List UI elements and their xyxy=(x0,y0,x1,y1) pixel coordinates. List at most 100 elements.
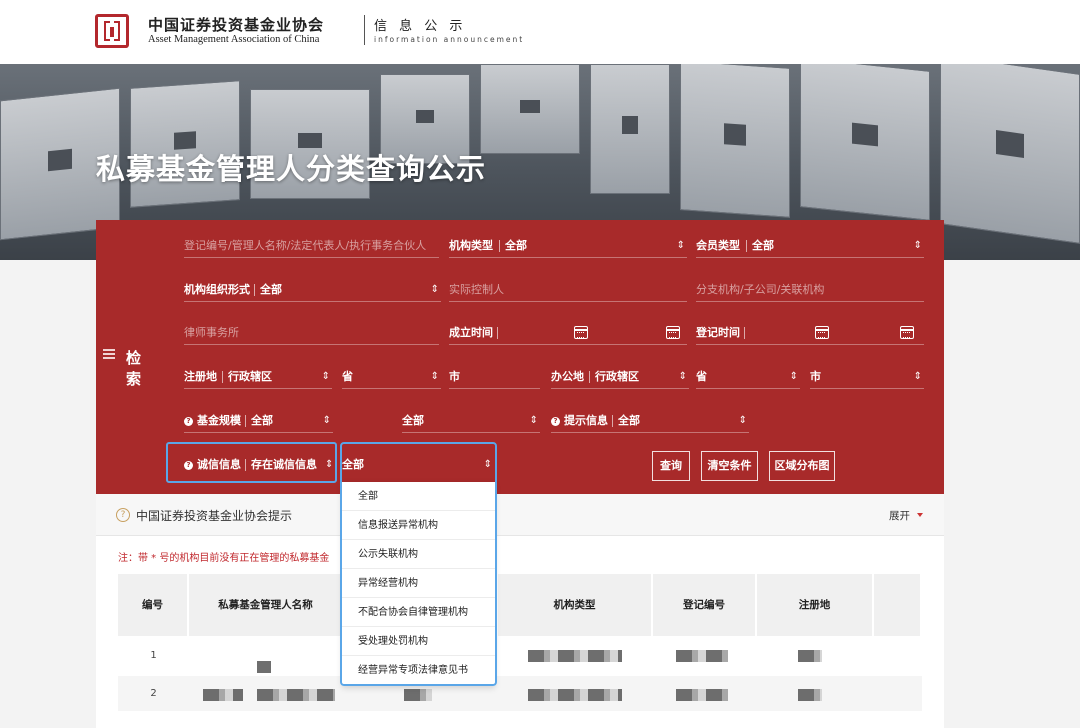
row-number: 2 xyxy=(150,688,157,699)
keyword-input[interactable]: 登记编号/管理人名称/法定代表人/执行事务合伙人 xyxy=(184,234,439,258)
office-province-value: 省 xyxy=(696,370,707,383)
cabinet-image xyxy=(680,64,790,218)
law-firm-placeholder: 律师事务所 xyxy=(184,326,239,339)
registered-label: 登记时间 xyxy=(696,326,740,339)
select-arrows-icon: ⇕ xyxy=(678,371,687,382)
controller-input[interactable]: 实际控制人 xyxy=(449,278,687,302)
cabinet-image xyxy=(590,64,670,194)
cabinet-image xyxy=(940,64,1080,244)
fund-scale-value: 全部 xyxy=(251,414,273,427)
keyword-placeholder: 登记编号/管理人名称/法定代表人/执行事务合伙人 xyxy=(184,239,427,252)
fund-scale-select[interactable]: ? 基金规模 全部 ⇕ xyxy=(184,409,333,433)
hint-info-label: ? 提示信息 xyxy=(551,409,608,433)
org-form-label: 机构组织形式 xyxy=(184,283,250,296)
reg-place-select[interactable]: 注册地 行政辖区 ⇕ xyxy=(184,365,332,389)
office-province-select[interactable]: 省 ⇕ xyxy=(696,365,800,389)
help-icon[interactable]: ? xyxy=(551,417,560,426)
select-arrows-icon: ⇕ xyxy=(738,415,747,426)
calendar-icon[interactable] xyxy=(815,326,829,339)
org-name-en: Asset Management Association of China xyxy=(148,34,320,45)
redacted-text xyxy=(404,689,432,701)
calendar-icon[interactable] xyxy=(574,326,588,339)
select-arrows-icon: ⇕ xyxy=(789,371,798,382)
select-arrows-icon: ⇕ xyxy=(430,371,439,382)
filter-icon xyxy=(103,348,115,360)
office-city-select[interactable]: 市 ⇕ xyxy=(810,365,924,389)
amac-logo-icon[interactable] xyxy=(95,14,129,48)
select-arrows-icon: ⇕ xyxy=(430,284,439,295)
redacted-text xyxy=(257,661,271,673)
select-arrows-icon: ⇕ xyxy=(322,415,331,426)
select-arrows-icon: ⇕ xyxy=(321,371,330,382)
notice-title: 中国证券投资基金业协会提示 xyxy=(136,509,293,523)
fund-scale-value-2: 全部 xyxy=(402,414,424,427)
reg-province-select[interactable]: 省 ⇕ xyxy=(342,365,441,389)
table-row[interactable]: 1 xyxy=(118,638,922,674)
page-title: 私募基金管理人分类查询公示 xyxy=(96,152,487,186)
registered-date-range[interactable]: 登记时间 xyxy=(696,321,924,345)
query-button[interactable]: 查询 xyxy=(652,451,690,481)
expand-link[interactable]: 展开 xyxy=(889,508,910,523)
clear-button[interactable]: 清空条件 xyxy=(701,451,758,481)
office-place-label: 办公地 xyxy=(551,370,584,383)
dropdown-highlight xyxy=(340,442,497,686)
select-arrows-icon: ⇕ xyxy=(913,371,922,382)
org-type-value: 全部 xyxy=(505,239,527,252)
header-divider xyxy=(364,15,365,45)
section-title-cn: 信 息 公 示 xyxy=(374,19,467,34)
member-type-label: 会员类型 xyxy=(696,239,740,252)
fund-scale-select-2[interactable]: 全部 ⇕ xyxy=(402,409,540,433)
row-number: 1 xyxy=(150,650,157,661)
calendar-icon[interactable] xyxy=(900,326,914,339)
redacted-text xyxy=(798,650,822,662)
search-label: 检 索 xyxy=(126,349,147,388)
reg-city-value: 市 xyxy=(449,370,460,383)
redacted-text xyxy=(203,689,243,701)
results-table: 编号 私募基金管理人名称 机构类型 登记编号 注册地 1 2 xyxy=(118,574,922,728)
redacted-text xyxy=(528,689,622,701)
cabinet-image xyxy=(130,80,240,208)
redacted-text xyxy=(528,650,622,662)
select-arrows-icon: ⇕ xyxy=(913,240,922,251)
org-type-label: 机构类型 xyxy=(449,239,493,252)
col-header-name: 私募基金管理人名称 xyxy=(189,574,344,636)
hint-info-select[interactable]: ? 提示信息 全部 ⇕ xyxy=(551,409,749,433)
law-firm-input[interactable]: 律师事务所 xyxy=(184,321,439,345)
hint-info-value: 全部 xyxy=(618,414,640,427)
redacted-text xyxy=(798,689,822,701)
redacted-text xyxy=(257,689,335,701)
office-city-value: 市 xyxy=(810,370,821,383)
member-type-value: 全部 xyxy=(752,239,774,252)
org-form-value: 全部 xyxy=(260,283,282,296)
col-header-org-type: 机构类型 xyxy=(498,574,653,636)
select-arrows-icon: ⇕ xyxy=(529,415,538,426)
org-name-cn[interactable]: 中国证券投资基金业协会 xyxy=(148,14,324,35)
branch-input[interactable]: 分支机构/子公司/关联机构 xyxy=(696,278,924,302)
section-title-en: information announcement xyxy=(374,35,525,44)
fund-scale-label: ? 基金规模 xyxy=(184,409,241,433)
office-place-select[interactable]: 办公地 行政辖区 ⇕ xyxy=(551,365,689,389)
branch-placeholder: 分支机构/子公司/关联机构 xyxy=(696,283,825,296)
col-header-more xyxy=(874,574,922,636)
org-type-select[interactable]: 机构类型 全部 ⇕ xyxy=(449,234,687,258)
col-header-reg-place: 注册地 xyxy=(757,574,874,636)
calendar-icon[interactable] xyxy=(666,326,680,339)
reg-place-value: 行政辖区 xyxy=(228,370,272,383)
cabinet-image xyxy=(480,64,580,154)
help-icon[interactable]: ? xyxy=(184,417,193,426)
question-circle-icon: ? xyxy=(116,508,130,522)
table-row[interactable]: 2 xyxy=(118,676,922,712)
site-header: 中国证券投资基金业协会 Asset Management Association… xyxy=(0,0,1080,64)
note-text: 注：带 * 号的机构目前没有正在管理的私募基金 xyxy=(118,553,330,564)
region-map-button[interactable]: 区域分布图 xyxy=(769,451,835,481)
reg-city-select[interactable]: 市 xyxy=(449,365,540,389)
member-type-select[interactable]: 会员类型 全部 ⇕ xyxy=(696,234,924,258)
org-form-select[interactable]: 机构组织形式 全部 ⇕ xyxy=(184,278,441,302)
office-place-value: 行政辖区 xyxy=(595,370,639,383)
established-date-range[interactable]: 成立时间 xyxy=(449,321,687,345)
search-panel: 检 索 登记编号/管理人名称/法定代表人/执行事务合伙人 机构类型 全部 ⇕ 会… xyxy=(96,220,944,494)
col-header-reg-no: 登记编号 xyxy=(653,574,757,636)
redacted-text xyxy=(676,650,728,662)
caret-down-icon[interactable] xyxy=(917,513,923,517)
select-arrows-icon: ⇕ xyxy=(676,240,685,251)
